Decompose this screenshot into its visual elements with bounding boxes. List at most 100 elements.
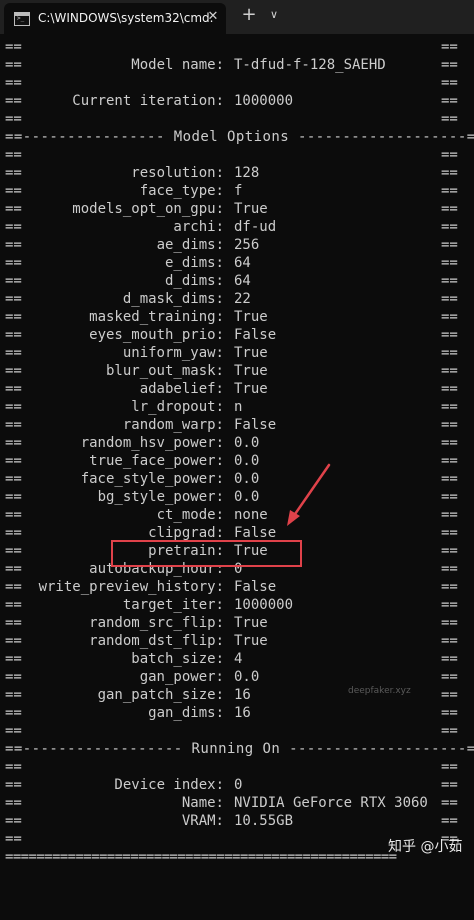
option-key: ae_dims: bbox=[156, 237, 224, 253]
device-name-value: NVIDIA GeForce RTX 3060 bbox=[234, 795, 428, 811]
option-value: 64 bbox=[234, 273, 251, 289]
option-value: 16 bbox=[234, 687, 251, 703]
console-line: == == bbox=[5, 147, 458, 163]
console-line: == == bbox=[5, 723, 458, 739]
option-key: uniform_yaw: bbox=[122, 345, 224, 361]
option-row: == uniform_yaw: True == bbox=[5, 345, 458, 361]
new-tab-button[interactable]: + bbox=[240, 6, 258, 24]
running-on-header: ==------------------ Running On --------… bbox=[5, 741, 474, 757]
option-key: archi: bbox=[173, 219, 224, 235]
option-key: random_dst_flip: bbox=[89, 633, 224, 649]
option-row: == ct_mode: none == bbox=[5, 507, 458, 523]
current-iteration-key: Current iteration: bbox=[72, 93, 224, 109]
option-key: face_type: bbox=[139, 183, 224, 199]
option-row: == d_mask_dims: 22 == bbox=[5, 291, 458, 307]
option-row: == adabelief: True == bbox=[5, 381, 458, 397]
option-key: ct_mode: bbox=[156, 507, 224, 523]
option-row: == ae_dims: 256 == bbox=[5, 237, 458, 253]
option-row: == target_iter: 1000000 == bbox=[5, 597, 458, 613]
option-row: == lr_dropout: n == bbox=[5, 399, 458, 415]
option-key: d_mask_dims: bbox=[122, 291, 224, 307]
option-key: blur_out_mask: bbox=[105, 363, 224, 379]
option-value: True bbox=[234, 363, 268, 379]
option-row: == write_preview_history: False == bbox=[5, 579, 458, 595]
option-row: == gan_dims: 16 == bbox=[5, 705, 458, 721]
option-value: n bbox=[234, 399, 243, 415]
option-value: f bbox=[234, 183, 243, 199]
option-key: lr_dropout: bbox=[131, 399, 224, 415]
option-value: 0.0 bbox=[234, 471, 260, 487]
option-value: 0.0 bbox=[234, 435, 260, 451]
option-value: True bbox=[234, 615, 268, 631]
option-value: df-ud bbox=[234, 219, 277, 235]
model-name-line: == Model name: T-dfud-f-128_SAEHD == bbox=[5, 57, 458, 73]
option-value: True bbox=[234, 345, 268, 361]
option-row: == masked_training: True == bbox=[5, 309, 458, 325]
console-line: == == bbox=[5, 39, 458, 55]
option-row: == random_dst_flip: True == bbox=[5, 633, 458, 649]
option-key: resolution: bbox=[131, 165, 224, 181]
option-key: gan_patch_size: bbox=[97, 687, 224, 703]
device-index-value: 0 bbox=[234, 777, 243, 793]
console-line: == == bbox=[5, 111, 458, 127]
terminal-icon bbox=[14, 12, 30, 26]
option-row: == gan_power: 0.0 == bbox=[5, 669, 458, 685]
model-name-key: Model name: bbox=[131, 57, 224, 73]
option-row: == face_type: f == bbox=[5, 183, 458, 199]
option-value: True bbox=[234, 381, 268, 397]
option-value: False bbox=[234, 579, 277, 595]
option-row: == random_warp: False == bbox=[5, 417, 458, 433]
option-value: False bbox=[234, 327, 277, 343]
console-output[interactable]: == == == Model name: T-dfud-f-128_SAEHD … bbox=[0, 38, 474, 869]
option-value: 64 bbox=[234, 255, 251, 271]
option-key: random_src_flip: bbox=[89, 615, 224, 631]
brand-label: 知乎 @小茹 bbox=[388, 839, 463, 855]
option-row: == eyes_mouth_prio: False == bbox=[5, 327, 458, 343]
option-key: write_preview_history: bbox=[38, 579, 224, 595]
option-value: 256 bbox=[234, 237, 260, 253]
option-key: face_style_power: bbox=[80, 471, 224, 487]
current-iteration-line: == Current iteration: 1000000 == bbox=[5, 93, 458, 109]
option-value: 22 bbox=[234, 291, 251, 307]
option-value: 0.0 bbox=[234, 453, 260, 469]
tab-cmd[interactable]: C:\WINDOWS\system32\cmd. ✕ bbox=[4, 3, 226, 34]
option-row: == e_dims: 64 == bbox=[5, 255, 458, 271]
option-value: 0.0 bbox=[234, 669, 260, 685]
device-index-line: == Device index: 0 == bbox=[5, 777, 458, 793]
option-row: == archi: df-ud == bbox=[5, 219, 458, 235]
option-key: d_dims: bbox=[164, 273, 224, 289]
option-row: == batch_size: 4 == bbox=[5, 651, 458, 667]
vram-value: 10.55GB bbox=[234, 813, 294, 829]
vram-line: == VRAM: 10.55GB == bbox=[5, 813, 458, 829]
device-name-line: == Name: NVIDIA GeForce RTX 3060 == bbox=[5, 795, 458, 811]
option-key: e_dims: bbox=[164, 255, 224, 271]
close-icon[interactable]: ✕ bbox=[205, 9, 221, 25]
option-key: target_iter: bbox=[122, 597, 224, 613]
vram-key: VRAM: bbox=[181, 813, 224, 829]
option-row: == face_style_power: 0.0 == bbox=[5, 471, 458, 487]
device-index-key: Device index: bbox=[114, 777, 224, 793]
option-row: == models_opt_on_gpu: True == bbox=[5, 201, 458, 217]
option-row: == d_dims: 64 == bbox=[5, 273, 458, 289]
option-row: == random_src_flip: True == bbox=[5, 615, 458, 631]
option-value: none bbox=[234, 507, 268, 523]
device-name-key: Name: bbox=[181, 795, 224, 811]
option-value: 1000000 bbox=[234, 597, 294, 613]
watermark: deepfaker.xyz bbox=[348, 686, 411, 696]
option-value: True bbox=[234, 633, 268, 649]
option-value: True bbox=[234, 309, 268, 325]
console-line: == == bbox=[5, 75, 458, 91]
option-row: == bg_style_power: 0.0 == bbox=[5, 489, 458, 505]
chevron-down-icon[interactable]: ∨ bbox=[266, 7, 282, 23]
option-value: False bbox=[234, 417, 277, 433]
model-name-value: T-dfud-f-128_SAEHD bbox=[234, 57, 386, 73]
console-line: == == bbox=[5, 759, 458, 775]
option-value: 4 bbox=[234, 651, 243, 667]
option-value: 128 bbox=[234, 165, 260, 181]
tab-title: C:\WINDOWS\system32\cmd. bbox=[38, 11, 214, 25]
option-row: == blur_out_mask: True == bbox=[5, 363, 458, 379]
title-bar: C:\WINDOWS\system32\cmd. ✕ + ∨ bbox=[0, 0, 474, 34]
option-value: 16 bbox=[234, 705, 251, 721]
option-key: random_hsv_power: bbox=[80, 435, 224, 451]
pretrain-highlight-box bbox=[111, 540, 302, 567]
